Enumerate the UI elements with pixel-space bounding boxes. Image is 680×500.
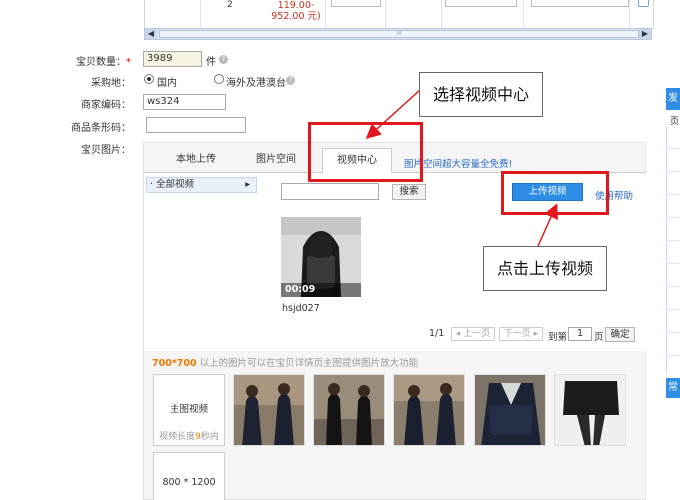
callout-select-video-center: 选择视频中心 <box>419 72 543 117</box>
tab-video-center[interactable]: 视频中心 <box>322 148 392 173</box>
arrow-to-video-center <box>365 89 421 140</box>
arrow-to-upload-button <box>537 203 558 247</box>
callout-click-upload: 点击上传视频 <box>483 246 607 291</box>
